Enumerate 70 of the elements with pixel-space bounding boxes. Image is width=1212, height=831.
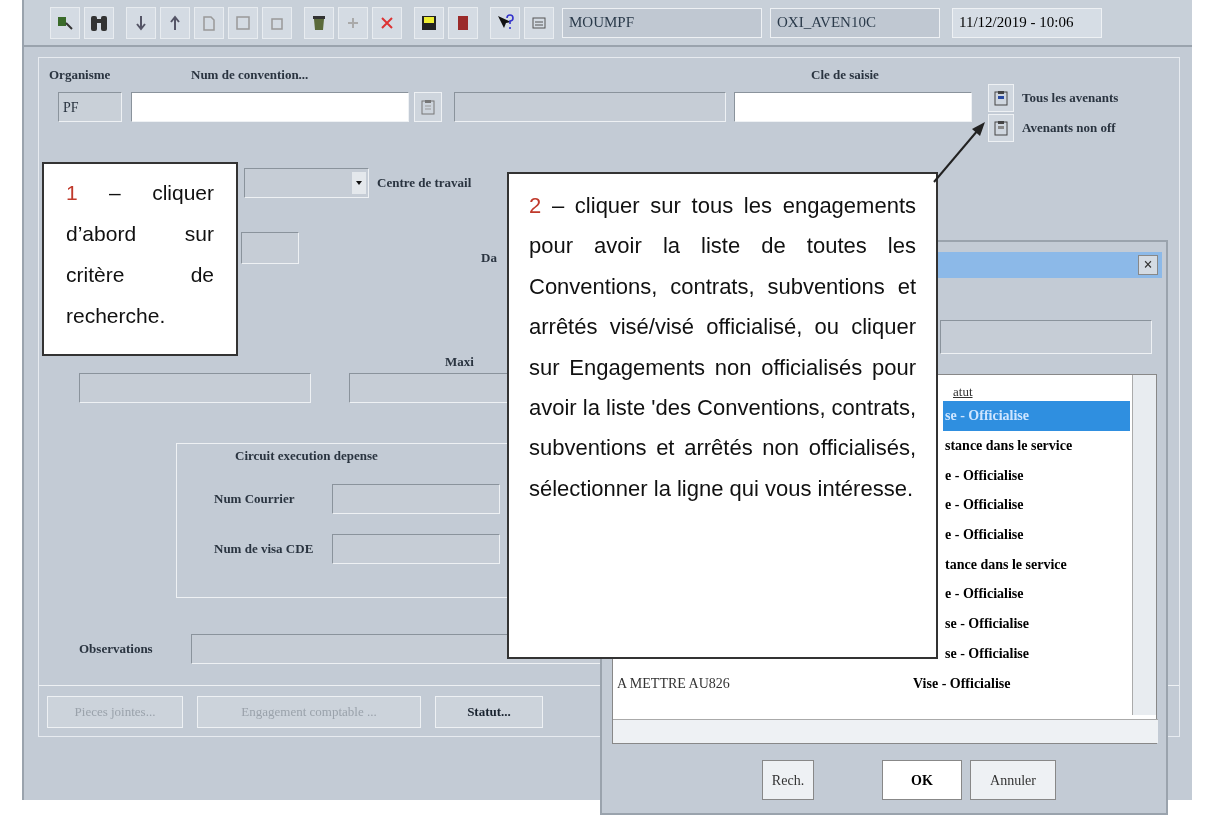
list-row[interactable]: e - Officialise: [943, 579, 1130, 609]
input-field[interactable]: [349, 373, 509, 403]
list-button[interactable]: [414, 92, 442, 122]
field-label: Organisme: [49, 65, 112, 84]
list-cell: A METTRE AU826: [617, 675, 730, 691]
list-cell-text: e - Officialise: [945, 466, 1024, 485]
dialog-button[interactable]: Rech.: [762, 760, 814, 800]
input-field[interactable]: [940, 320, 1152, 354]
list-row[interactable]: e - Officialise: [943, 519, 1130, 550]
field-label: Num de convention...: [191, 65, 310, 84]
list-cell-text: e - Officialise: [945, 526, 1024, 545]
column-header: atut: [953, 382, 973, 401]
field-label: Centre de travail: [377, 174, 472, 193]
list-cell-text: Vise - Officialise: [913, 674, 1011, 693]
callout-text: 2 – cliquer sur tous les engagements pour avoir la liste de toutes les Conventions, contrats, subventions et arrêtés visé/visé officialisé, ou cliquer sur Engagements non officialisés pour avoir la liste 'des Conventions, contrats, subventions et arrêtés non officialisés, sélectionner la ligne qui vous intéresse.: [507, 172, 938, 659]
list-cell-text: e - Officialise: [945, 585, 1024, 604]
field-label: Cle de saisie: [811, 65, 879, 84]
field-label: Num de visa CDE: [213, 539, 315, 558]
input-field[interactable]: [79, 373, 311, 403]
option-button[interactable]: [988, 84, 1014, 112]
dropdown-field[interactable]: [244, 168, 369, 198]
field-label: Maxi: [445, 352, 474, 371]
toolbar-button[interactable]: [448, 6, 478, 39]
list-row[interactable]: A METTRE AU826 Vise - Officialise: [613, 668, 1130, 698]
input-field[interactable]: PF: [58, 92, 122, 122]
input-field[interactable]: [332, 483, 500, 514]
list-row[interactable]: e - Officialise: [943, 490, 1130, 520]
list-row[interactable]: e - Officialise: [943, 460, 1130, 491]
field-label: Da: [481, 249, 497, 267]
form-button[interactable]: Statut...: [435, 696, 543, 728]
toolbar-button[interactable]: [490, 6, 520, 39]
dialog-button[interactable]: OK: [882, 760, 962, 800]
toolbar-field: OXI_AVEN10C: [770, 7, 940, 38]
input-field[interactable]: [734, 92, 972, 122]
list-cell-text: stance dans le service: [945, 437, 1073, 456]
option-label: Tous les avenants: [1022, 89, 1119, 108]
list-cell-text: se - Officialise: [945, 615, 1029, 634]
list-row[interactable]: se - Officialise: [943, 608, 1130, 639]
input-field[interactable]: [454, 92, 726, 122]
toolbar-button[interactable]: [414, 6, 444, 39]
list-row[interactable]: stance dans le service: [943, 430, 1130, 461]
horizontal-scrollbar[interactable]: [613, 719, 1158, 743]
list-cell-text: tance dans le service: [945, 555, 1067, 574]
list-cell-text: se - Officialise: [945, 407, 1029, 426]
list-cell-text: e - Officialise: [945, 496, 1024, 515]
field-label: Num Courrier: [213, 489, 296, 508]
input-field[interactable]: [131, 92, 409, 122]
arrow: [933, 122, 985, 183]
group-title: Circuit execution depense: [235, 447, 378, 465]
input-field[interactable]: [241, 231, 299, 264]
toolbar-button[interactable]: [160, 6, 190, 39]
vertical-scrollbar[interactable]: [1132, 375, 1156, 715]
list-cell-text: se - Officialise: [945, 644, 1029, 663]
toolbar-button[interactable]: [84, 6, 114, 39]
close-button[interactable]: ×: [1138, 255, 1158, 275]
list-row[interactable]: tance dans le service: [943, 549, 1130, 580]
toolbar-field: MOUMPF: [562, 7, 762, 38]
field-label: Observations: [79, 640, 154, 659]
clipboard-icon: [421, 99, 435, 115]
toolbar-button[interactable]: [126, 6, 156, 39]
clipboard-icon: [994, 90, 1008, 106]
clipboard-icon: [994, 120, 1008, 136]
option-button[interactable]: [988, 114, 1014, 142]
toolbar-button[interactable]: [304, 6, 334, 39]
option-label: Avenants non off: [1022, 119, 1116, 138]
list-row[interactable]: se - Officialise: [943, 638, 1130, 669]
input-field[interactable]: [332, 533, 500, 564]
callout-text: 1 – cliquer d’abord sur critère de recherche.: [42, 162, 238, 356]
dialog-button[interactable]: Annuler: [970, 760, 1056, 800]
toolbar-field: 11/12/2019 - 10:06: [952, 7, 1102, 38]
